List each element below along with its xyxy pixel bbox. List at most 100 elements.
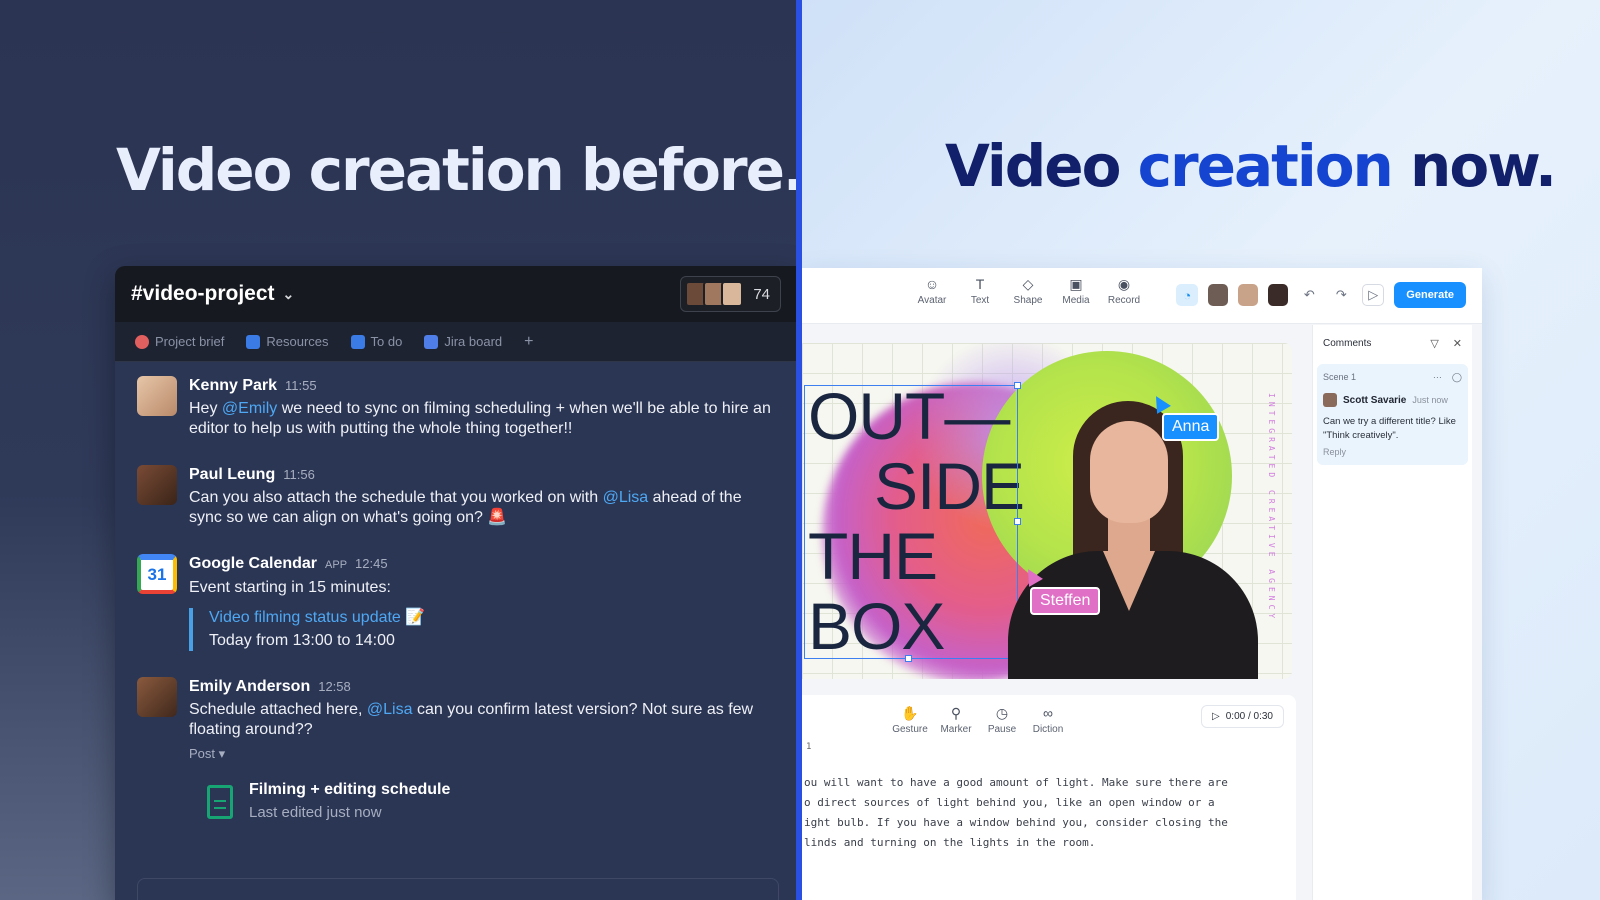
tab-resources[interactable]: Resources [246, 334, 329, 349]
author-name[interactable]: Paul Leung [189, 465, 275, 485]
trello-icon [350, 334, 365, 349]
tab-project-brief[interactable]: Project brief [135, 334, 224, 349]
file-attachment[interactable]: Filming + editing schedule Last edited j… [207, 780, 777, 823]
collaborator-cursor-label: Steffen [1030, 587, 1101, 615]
brief-icon [135, 334, 149, 349]
author-name[interactable]: Google Calendar [189, 554, 317, 574]
members-button[interactable]: 74 [680, 276, 781, 312]
tool-label: Record [1107, 295, 1141, 306]
close-icon[interactable]: ✕ [1453, 337, 1462, 350]
avatar-tool[interactable]: ☺ Avatar [918, 276, 947, 306]
mention-link[interactable]: @Lisa [603, 489, 649, 506]
member-count: 74 [753, 285, 770, 303]
message: Paul Leung 11:56 Can you also attach the… [137, 465, 777, 528]
google-calendar-icon[interactable]: 31 [137, 554, 177, 594]
message-text: Event starting in 15 minutes: [189, 579, 391, 596]
tab-jira-board[interactable]: Jira board [424, 334, 502, 349]
tab-label: Resources [266, 334, 329, 349]
play-timecode-button[interactable]: ▷ 0:00 / 0:30 [1201, 705, 1284, 728]
message-composer[interactable] [137, 878, 779, 900]
shape-icon: ◇ [1022, 276, 1034, 292]
scene-canvas[interactable]: OUT— SIDE THE BOX INTEGRATED CREATIVE AG… [802, 343, 1292, 679]
resolve-icon[interactable]: ◯ [1452, 372, 1462, 383]
more-icon[interactable]: ··· [1433, 372, 1442, 383]
left-heading: Video creation before... [116, 136, 797, 204]
comment-scene: Scene 1 [1323, 372, 1357, 382]
message-text: Can you also attach the schedule that yo… [189, 489, 742, 526]
chevron-down-icon: ⌄ [282, 285, 295, 302]
member-avatars [685, 281, 744, 307]
shape-tool[interactable]: ◇ Shape [1014, 276, 1043, 306]
script-text-area[interactable]: ou will want to have a good amount of li… [802, 773, 1272, 853]
message: 31 Google Calendar APP 12:45 Event start… [137, 554, 777, 651]
tab-label: To do [370, 334, 403, 349]
event-title-link[interactable]: Video filming status update 📝 [209, 608, 777, 628]
timestamp: 11:56 [283, 467, 315, 482]
tab-to-do[interactable]: To do [350, 334, 403, 349]
avatar[interactable] [137, 465, 177, 505]
tool-label: Diction [1032, 724, 1064, 735]
channel-name-label: #video-project [131, 282, 275, 305]
mention-link[interactable]: @Emily [222, 400, 277, 417]
app-badge: APP [325, 559, 348, 571]
comment-icon[interactable]: ◔ [1176, 284, 1199, 306]
editor-toolbar: ☺ Avatar T Text ◇ Shape ▣ Media ◉ Record ◔ ↶ … [802, 268, 1482, 324]
author-name[interactable]: Emily Anderson [189, 677, 310, 697]
comment-card[interactable]: Scene 1 ··· ◯ Scott Savarie Just now Can… [1317, 364, 1468, 465]
selection-box[interactable] [804, 382, 1021, 662]
record-tool[interactable]: ◉ Record [1107, 276, 1141, 306]
script-panel: ✋ Gesture ⚲ Marker ◷ Pause ∞ Diction ▷ 0:00 … [802, 695, 1296, 900]
play-icon[interactable]: ▷ [1362, 284, 1385, 306]
collaborator-cursor-label: Anna [1162, 413, 1220, 441]
file-subtitle: Last edited just now [249, 804, 382, 821]
comments-panel: Comments ▽ ✕ Scene 1 ··· ◯ Scott Savarie [1312, 325, 1472, 900]
text-icon: T [975, 276, 985, 292]
mention-link[interactable]: @Lisa [367, 701, 413, 718]
channel-tabs: Project brief Resources To do Jira board… [115, 322, 797, 362]
event-time: Today from 13:00 to 14:00 [209, 632, 395, 649]
diction-tool[interactable]: ∞ Diction [1032, 705, 1064, 735]
resize-handle[interactable] [1014, 382, 1021, 389]
document-icon [207, 784, 233, 819]
timestamp: 12:45 [355, 556, 388, 571]
filter-icon[interactable]: ▽ [1430, 337, 1438, 350]
slack-header: #video-project ⌄ 74 [115, 266, 797, 322]
script-line: ight bulb. If you have a window behind y… [804, 816, 1228, 829]
tab-label: Jira board [444, 334, 503, 349]
text-tool[interactable]: T Text [966, 276, 994, 306]
avatar-icon: ☺ [924, 276, 940, 292]
gesture-tool[interactable]: ✋ Gesture [892, 705, 928, 735]
reply-link[interactable]: Reply [1323, 447, 1462, 457]
timestamp: 12:58 [318, 679, 351, 694]
undo-icon[interactable]: ↶ [1298, 284, 1320, 306]
avatar [721, 281, 744, 307]
play-icon: ▷ [1212, 711, 1220, 722]
avatar[interactable] [1268, 284, 1289, 306]
pause-tool[interactable]: ◷ Pause [988, 705, 1016, 735]
timecode: 0:00 / 0:30 [1225, 711, 1273, 722]
comment-time: Just now [1412, 395, 1448, 405]
tool-label: Gesture [892, 724, 928, 735]
ai-avatar-presenter[interactable] [998, 391, 1268, 679]
record-icon: ◉ [1117, 276, 1131, 292]
add-tab-button[interactable]: + [524, 333, 533, 351]
generate-button[interactable]: Generate [1394, 282, 1466, 308]
comment-author: Scott Savarie [1343, 394, 1407, 406]
media-icon: ▣ [1069, 276, 1083, 292]
resize-handle[interactable] [905, 655, 912, 662]
avatar[interactable] [1238, 284, 1259, 306]
tab-label: Project brief [155, 334, 225, 349]
post-dropdown[interactable]: Post ▾ [189, 744, 777, 764]
media-tool[interactable]: ▣ Media [1062, 276, 1090, 306]
author-name[interactable]: Kenny Park [189, 376, 277, 396]
avatar[interactable] [1208, 284, 1229, 306]
script-line: linds and turning on the lights in the r… [804, 836, 1096, 849]
channel-name[interactable]: #video-project ⌄ [131, 282, 294, 306]
avatar[interactable] [137, 677, 177, 717]
diction-icon: ∞ [1043, 705, 1053, 721]
tool-label: Marker [940, 724, 972, 735]
avatar[interactable] [137, 376, 177, 416]
redo-icon[interactable]: ↷ [1330, 284, 1352, 306]
marker-tool[interactable]: ⚲ Marker [940, 705, 972, 735]
message-text: Schedule attached here, @Lisa can you co… [189, 701, 754, 738]
